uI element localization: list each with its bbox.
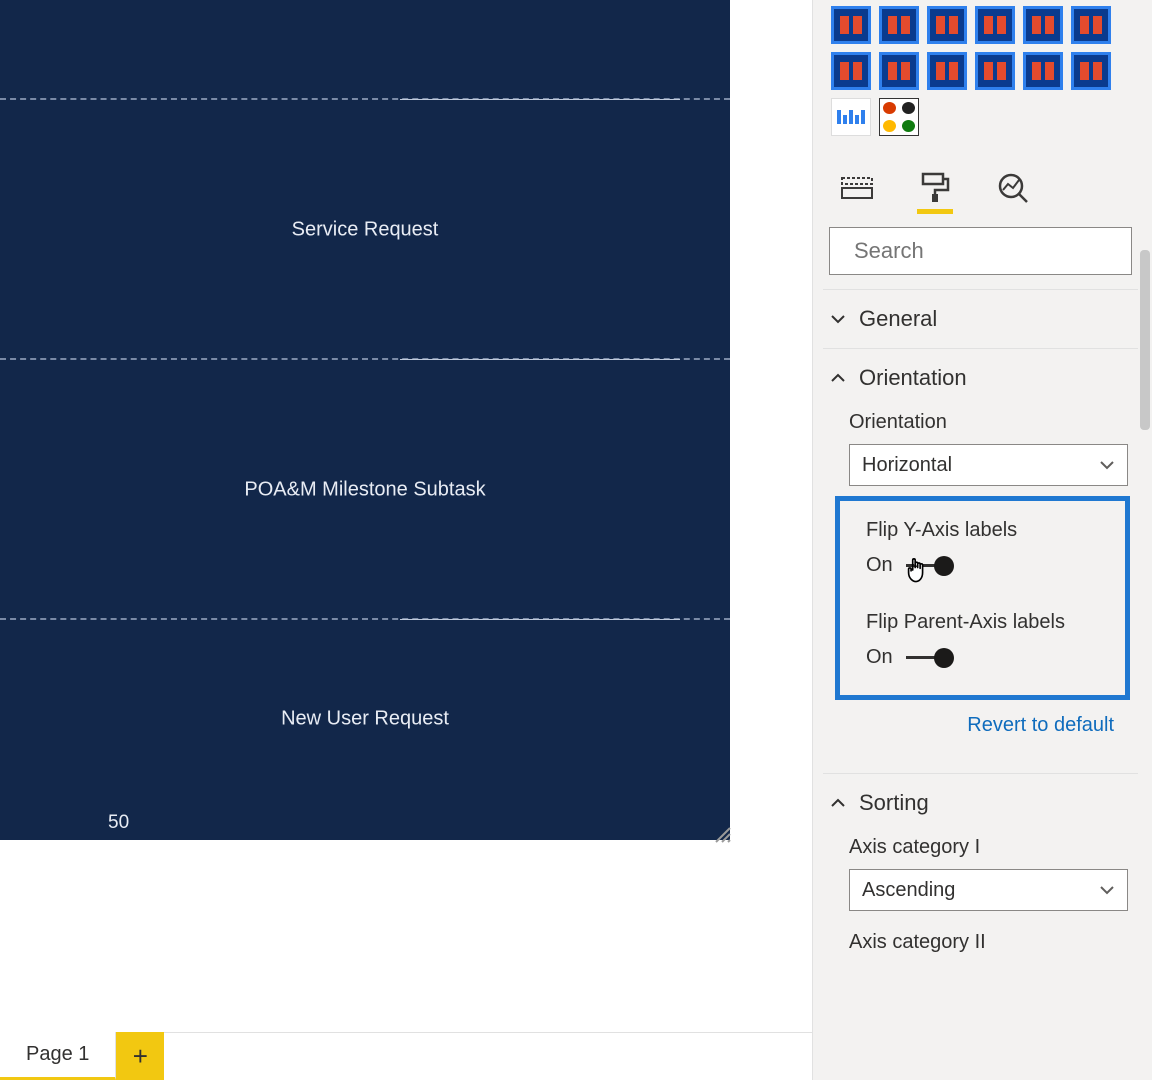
analytics-icon	[997, 172, 1029, 204]
viz-tile[interactable]	[927, 52, 967, 90]
paint-roller-icon	[919, 172, 951, 204]
viz-tile[interactable]	[1023, 6, 1063, 44]
scrollbar-thumb[interactable]	[1140, 250, 1150, 430]
visualizations-pane: General Orientation Orientation Horizont…	[812, 0, 1152, 1080]
report-canvas[interactable]: Service Request POA&M Milestone Subtask …	[0, 0, 812, 1032]
page-tab-label: Page 1	[26, 1043, 89, 1066]
visual-resize-handle[interactable]	[712, 824, 732, 844]
viz-tile[interactable]	[879, 52, 919, 90]
flip-parent-axis-toggle-row: On	[866, 646, 1113, 669]
row-label: POA&M Milestone Subtask	[244, 479, 485, 502]
flip-y-axis-toggle-row: On	[866, 554, 1113, 577]
chevron-down-icon	[1099, 882, 1115, 898]
row-label: New User Request	[281, 708, 449, 731]
viz-tile-dots[interactable]	[879, 98, 919, 136]
section-body-sorting: Axis category I Ascending Axis category …	[823, 832, 1138, 982]
search-box[interactable]	[829, 227, 1132, 275]
orientation-field-label: Orientation	[849, 411, 1128, 434]
viz-tile[interactable]	[831, 52, 871, 90]
toggle-state-label: On	[866, 554, 896, 577]
format-tab[interactable]	[915, 168, 955, 208]
toggle-state-label: On	[866, 646, 896, 669]
orientation-select-value: Horizontal	[862, 454, 952, 477]
chart-row: New User Request	[0, 620, 730, 840]
x-axis-tick: 50	[108, 812, 129, 834]
viz-tile[interactable]	[831, 6, 871, 44]
revert-to-default: Revert to default	[849, 708, 1128, 755]
viz-tile[interactable]	[1071, 6, 1111, 44]
section-title: Sorting	[859, 790, 929, 816]
pane-tab-bar	[823, 154, 1138, 209]
chart-row: POA&M Milestone Subtask	[0, 360, 730, 620]
fields-tab[interactable]	[837, 168, 877, 208]
app-root: Service Request POA&M Milestone Subtask …	[0, 0, 1152, 1080]
section-title: Orientation	[859, 365, 967, 391]
axis-category-1-value: Ascending	[862, 879, 955, 902]
flip-y-axis-label: Flip Y-Axis labels	[866, 519, 1113, 542]
chevron-down-icon	[1099, 457, 1115, 473]
pane-scrollbar[interactable]	[1138, 250, 1152, 450]
visualization-gallery	[823, 0, 1138, 154]
flip-parent-axis-toggle[interactable]	[906, 648, 954, 668]
search-container	[829, 227, 1132, 275]
chevron-down-icon	[829, 310, 847, 328]
chart-row	[0, 0, 730, 100]
page-tab-bar: Page 1 +	[0, 1032, 812, 1080]
fields-icon	[840, 174, 874, 202]
viz-tile[interactable]	[1071, 52, 1111, 90]
viz-tile[interactable]	[927, 6, 967, 44]
chevron-up-icon	[829, 369, 847, 387]
revert-to-default-link[interactable]: Revert to default	[967, 714, 1114, 736]
custom-chart-visual[interactable]: Service Request POA&M Milestone Subtask …	[0, 0, 730, 840]
add-page-button[interactable]: +	[116, 1032, 164, 1080]
axis-category-1-label: Axis category I	[849, 836, 1128, 859]
viz-tile[interactable]	[975, 52, 1015, 90]
section-general: General	[823, 289, 1138, 348]
section-body-orientation: Orientation Horizontal Flip Y-Axis label…	[823, 407, 1138, 773]
axis-category-2-label: Axis category II	[849, 931, 1128, 954]
flip-y-axis-toggle[interactable]	[906, 556, 954, 576]
plus-icon: +	[133, 1041, 148, 1072]
section-header-sorting[interactable]: Sorting	[823, 774, 1138, 832]
axis-category-1-select[interactable]: Ascending	[849, 869, 1128, 911]
section-sorting: Sorting Axis category I Ascending Axis c…	[823, 773, 1138, 982]
chart-row: Service Request	[0, 100, 730, 360]
page-tab[interactable]: Page 1	[0, 1032, 116, 1080]
viz-tile-bars[interactable]	[831, 98, 871, 136]
orientation-select[interactable]: Horizontal	[849, 444, 1128, 486]
highlighted-group: Flip Y-Axis labels On Flip Parent-Axis l…	[835, 496, 1130, 700]
analytics-tab[interactable]	[993, 168, 1033, 208]
section-header-orientation[interactable]: Orientation	[823, 349, 1138, 407]
chevron-up-icon	[829, 794, 847, 812]
section-orientation: Orientation Orientation Horizontal Flip …	[823, 348, 1138, 773]
search-input[interactable]	[854, 238, 1142, 264]
flip-parent-axis-label: Flip Parent-Axis labels	[866, 611, 1113, 634]
report-canvas-area: Service Request POA&M Milestone Subtask …	[0, 0, 812, 1080]
viz-tile[interactable]	[1023, 52, 1063, 90]
row-label: Service Request	[292, 219, 439, 242]
section-header-general[interactable]: General	[823, 290, 1138, 348]
viz-tile[interactable]	[879, 6, 919, 44]
viz-tile[interactable]	[975, 6, 1015, 44]
section-title: General	[859, 306, 937, 332]
